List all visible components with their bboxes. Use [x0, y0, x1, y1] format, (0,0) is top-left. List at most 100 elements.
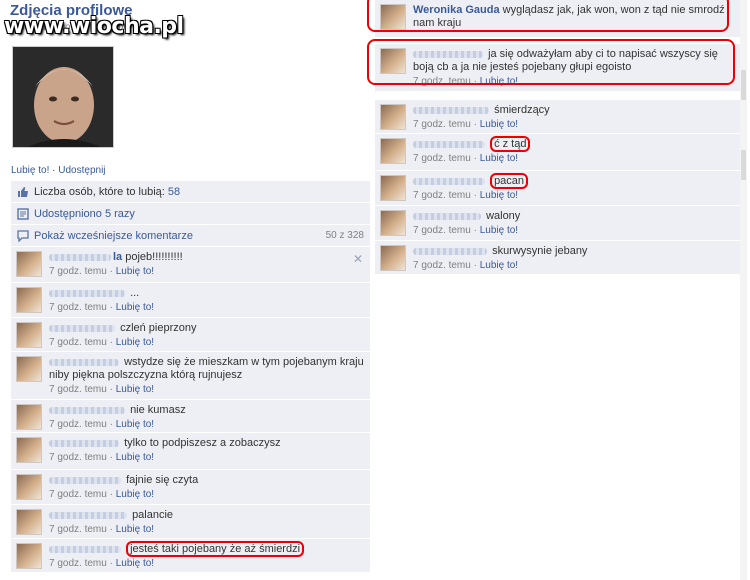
avatar[interactable] [380, 210, 406, 236]
list-item: czleń pieprzony 7 godz. temu · Lubię to! [11, 318, 370, 352]
avatar[interactable] [16, 322, 42, 348]
comment-text: palancie [132, 509, 174, 521]
list-item: walony 7 godz. temu · Lubię to! [375, 206, 741, 241]
comment-text: skurwysynie jebany [492, 245, 588, 257]
avatar[interactable] [380, 245, 406, 271]
comments-icon [17, 229, 29, 242]
separator: · [470, 190, 480, 201]
comment-time: 7 godz. temu [413, 153, 471, 164]
comment-text: nie kumasz [130, 404, 186, 416]
list-item: Weronika Gauda wyglądasz jak, jak won, w… [367, 0, 741, 38]
watermark: www.wiocha.pl [4, 14, 184, 39]
comment-like-link[interactable]: Lubię to! [480, 225, 518, 236]
list-item: ć z tąd 7 godz. temu · Lubię to! [375, 134, 741, 171]
list-item: jesteś taki pojebany że aż śmierdzi 7 go… [11, 539, 370, 573]
list-item: śmierdzący 7 godz. temu · Lubię to! [375, 100, 741, 134]
profile-photo[interactable] [12, 46, 114, 148]
comment-time: 7 godz. temu [49, 558, 107, 569]
comment-like-link[interactable]: Lubię to! [116, 558, 154, 569]
blurred-author [413, 140, 485, 148]
avatar[interactable] [16, 543, 42, 569]
likes-count[interactable]: 58 [168, 186, 180, 198]
blurred-author [49, 406, 125, 414]
comment-time: 7 godz. temu [49, 266, 107, 277]
blurred-author [413, 106, 489, 114]
separator: · [49, 165, 59, 176]
avatar[interactable] [16, 251, 42, 277]
list-item: tylko to podpiszesz a zobaczysz 7 godz. … [11, 433, 370, 470]
comment-time: 7 godz. temu [49, 489, 107, 500]
list-item: skurwysynie jebany 7 godz. temu · Lubię … [375, 241, 741, 275]
separator: · [470, 225, 480, 236]
list-item: palancie 7 godz. temu · Lubię to! [11, 505, 370, 539]
avatar[interactable] [16, 287, 42, 313]
blurred-author [49, 289, 125, 297]
comment-time: 7 godz. temu [49, 302, 107, 313]
close-icon[interactable]: ✕ [353, 252, 363, 266]
avatar[interactable] [380, 138, 406, 164]
separator: · [470, 260, 480, 271]
comment-time: 7 godz. temu [49, 419, 107, 430]
comment-like-link[interactable]: Lubię to! [116, 489, 154, 500]
comment-time: 7 godz. temu [49, 524, 107, 535]
list-item: nie kumasz 7 godz. temu · Lubię to! [11, 400, 370, 433]
avatar[interactable] [16, 356, 42, 382]
stats-panel: Liczba osób, które to lubią: 58 Udostępn… [11, 181, 370, 247]
photo-actions: Lubię to! · Udostępnij [11, 165, 106, 176]
comment-like-link[interactable]: Lubię to! [116, 302, 154, 313]
comment-like-link[interactable]: Lubię to! [116, 384, 154, 395]
avatar[interactable] [16, 474, 42, 500]
comment-like-link[interactable]: Lubię to! [116, 452, 154, 463]
comment-like-link[interactable]: Lubię to! [480, 119, 518, 130]
comment-author-fragment[interactable]: la [113, 251, 125, 263]
share-photo-link[interactable]: Udostępnij [58, 165, 105, 176]
avatar[interactable] [16, 509, 42, 535]
highlighted-comment-text: jesteś taki pojebany że aż śmierdzi [126, 541, 305, 557]
shared-count-link[interactable]: Udostępniono 5 razy [34, 208, 135, 220]
avatar[interactable] [16, 404, 42, 430]
comment-text: czleń pieprzony [120, 322, 197, 334]
avatar[interactable] [16, 437, 42, 463]
like-photo-link[interactable]: Lubię to! [11, 165, 49, 176]
highlight-box [367, 39, 735, 85]
scrollbar-thumb[interactable] [741, 150, 746, 180]
blurred-author [49, 545, 121, 553]
comment-like-link[interactable]: Lubię to! [116, 266, 154, 277]
separator: · [106, 384, 116, 395]
separator: · [470, 153, 480, 164]
scrollbar-thumb[interactable] [741, 70, 746, 100]
comment-text: tylko to podpiszesz a zobaczysz [124, 437, 281, 449]
comment-time: 7 godz. temu [413, 119, 471, 130]
right-comment-list: Weronika Gauda wyglądasz jak, jak won, w… [367, 0, 741, 275]
shared-row: Udostępniono 5 razy [11, 203, 370, 225]
blurred-author [413, 247, 487, 255]
comment-like-link[interactable]: Lubię to! [480, 153, 518, 164]
blurred-author [49, 476, 121, 484]
list-item: la pojeb!!!!!!!!!! 7 godz. temu · Lubię … [11, 247, 370, 283]
avatar[interactable] [380, 175, 406, 201]
list-item: wstydze się że mieszkam w tym pojebanym … [11, 352, 370, 400]
comment-like-link[interactable]: Lubię to! [116, 337, 154, 348]
comment-like-link[interactable]: Lubię to! [116, 524, 154, 535]
separator: · [106, 302, 116, 313]
separator: · [470, 119, 480, 130]
comment-like-link[interactable]: Lubię to! [480, 260, 518, 271]
comment-text: fajnie się czyta [126, 474, 199, 486]
separator: · [106, 452, 116, 463]
comment-time: 7 godz. temu [413, 225, 471, 236]
show-earlier-comments-link[interactable]: Pokaż wcześniejsze komentarze [34, 230, 193, 242]
comment-time: 7 godz. temu [413, 190, 471, 201]
comment-time: 7 godz. temu [49, 384, 107, 395]
scrollbar[interactable] [740, 0, 747, 580]
avatar[interactable] [380, 104, 406, 130]
blurred-author [49, 253, 111, 261]
list-item: ... 7 godz. temu · Lubię to! [11, 283, 370, 318]
separator: · [106, 419, 116, 430]
blurred-author [413, 212, 481, 220]
highlighted-comment-text: ć z tąd [490, 136, 531, 152]
comment-like-link[interactable]: Lubię to! [480, 190, 518, 201]
likes-label: Liczba osób, które to lubią: [34, 185, 165, 198]
comment-like-link[interactable]: Lubię to! [116, 419, 154, 430]
separator: · [106, 266, 116, 277]
separator: · [106, 489, 116, 500]
